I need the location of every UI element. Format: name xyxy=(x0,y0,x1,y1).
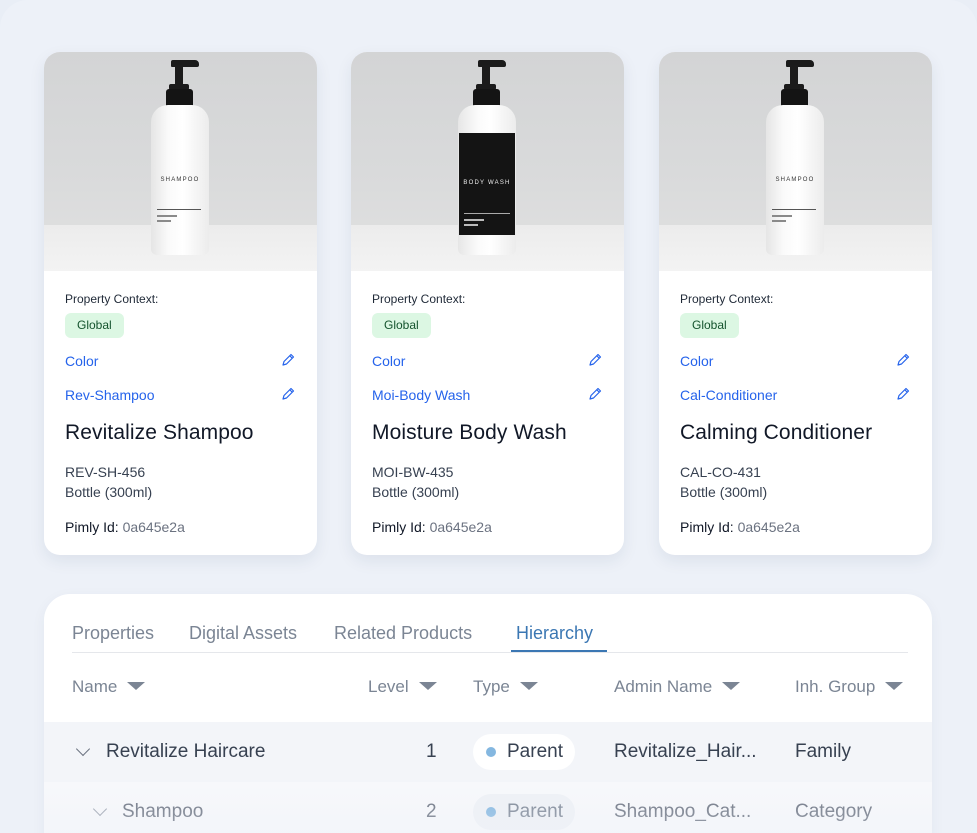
type-pill-label: Parent xyxy=(507,801,563,822)
pimly-id-value: 0a645e2a xyxy=(737,519,800,535)
pimly-id-key: Pimly Id: xyxy=(372,519,426,535)
product-name[interactable]: Revitalize Shampoo xyxy=(65,421,254,445)
bottle-label-text: SHAMPOO xyxy=(160,177,200,183)
column-header-name-label: Name xyxy=(72,677,118,696)
active-tab-indicator xyxy=(511,650,607,652)
product-sku: MOI-BW-435 xyxy=(372,464,454,480)
tab-digital-assets[interactable]: Digital Assets xyxy=(189,621,297,645)
details-panel: Properties Digital Assets Related Produc… xyxy=(44,594,932,833)
bottle-label-text: BODY WASH xyxy=(463,180,511,186)
pencil-icon[interactable] xyxy=(587,352,603,368)
bottle-image: SHAMPOO xyxy=(150,60,210,255)
column-header-level[interactable]: Level xyxy=(368,676,437,698)
bottle-image: BODY WASH xyxy=(457,60,517,255)
column-header-inh-group[interactable]: Inh. Group xyxy=(795,676,904,698)
product-name[interactable]: Calming Conditioner xyxy=(680,421,872,445)
caret-down-icon[interactable] xyxy=(418,681,437,690)
pimly-id-key: Pimly Id: xyxy=(680,519,734,535)
pimly-id-value: 0a645e2a xyxy=(429,519,492,535)
row-inh-group: Category xyxy=(795,801,873,822)
table-header: Name Level Type Admin Name Inh. Group xyxy=(72,676,908,700)
row-name: Revitalize Haircare xyxy=(106,741,266,762)
pimly-id-key: Pimly Id: xyxy=(65,519,119,535)
bottle-label-text: SHAMPOO xyxy=(775,177,815,183)
product-size: Bottle (300ml) xyxy=(372,484,460,500)
product-sku: CAL-CO-431 xyxy=(680,464,761,480)
attribute-link-code[interactable]: Moi-Body Wash xyxy=(372,387,470,403)
column-header-type-label: Type xyxy=(473,677,510,696)
pimly-id: Pimly Id: 0a645e2a xyxy=(680,517,800,537)
product-size: Bottle (300ml) xyxy=(65,484,153,500)
caret-down-icon[interactable] xyxy=(127,681,146,690)
pencil-icon[interactable] xyxy=(280,386,296,402)
row-name: Shampoo xyxy=(122,801,204,822)
row-admin-name: Shampoo_Cat... xyxy=(614,801,752,822)
property-context-label: Property Context: xyxy=(680,292,774,306)
caret-down-icon[interactable] xyxy=(885,681,904,690)
table-row[interactable]: Shampoo 2 Parent Shampoo_Cat... Category xyxy=(44,782,932,833)
property-context-label: Property Context: xyxy=(372,292,466,306)
product-card-revitalize-shampoo[interactable]: SHAMPOO Property Context: Global Color R… xyxy=(44,52,317,555)
app-frame: SHAMPOO Property Context: Global Color R… xyxy=(0,0,977,833)
caret-down-icon[interactable] xyxy=(722,681,741,690)
tab-bar: Properties Digital Assets Related Produc… xyxy=(72,621,908,653)
column-header-inh-group-label: Inh. Group xyxy=(795,677,876,696)
attribute-link-color[interactable]: Color xyxy=(372,353,405,369)
attribute-link-code[interactable]: Cal-Conditioner xyxy=(680,387,777,403)
type-dot-icon xyxy=(486,807,496,817)
tab-properties[interactable]: Properties xyxy=(72,621,154,645)
row-admin-name: Revitalize_Hair... xyxy=(614,741,757,762)
product-photo: BODY WASH xyxy=(351,52,624,271)
context-badge[interactable]: Global xyxy=(65,313,124,338)
bottle-image: SHAMPOO xyxy=(765,60,825,255)
pimly-id: Pimly Id: 0a645e2a xyxy=(372,517,492,537)
row-inh-group: Family xyxy=(795,741,851,762)
context-badge[interactable]: Global xyxy=(680,313,739,338)
row-level: 2 xyxy=(426,801,437,822)
pencil-icon[interactable] xyxy=(895,386,911,402)
attribute-link-color[interactable]: Color xyxy=(65,353,98,369)
chevron-down-icon[interactable] xyxy=(92,801,108,817)
tab-hierarchy[interactable]: Hierarchy xyxy=(516,621,593,645)
type-pill-label: Parent xyxy=(507,741,563,762)
column-header-type[interactable]: Type xyxy=(473,676,538,698)
product-card-calming-conditioner[interactable]: SHAMPOO Property Context: Global Color C… xyxy=(659,52,932,555)
pimly-id: Pimly Id: 0a645e2a xyxy=(65,517,185,537)
type-dot-icon xyxy=(486,747,496,757)
chevron-down-icon[interactable] xyxy=(75,741,91,757)
pencil-icon[interactable] xyxy=(895,352,911,368)
product-name[interactable]: Moisture Body Wash xyxy=(372,421,567,445)
property-context-label: Property Context: xyxy=(65,292,159,306)
column-header-admin-name[interactable]: Admin Name xyxy=(614,676,741,698)
product-card-moisture-body-wash[interactable]: BODY WASH Property Context: Global Color… xyxy=(351,52,624,555)
tab-related-products[interactable]: Related Products xyxy=(334,621,472,645)
column-header-level-label: Level xyxy=(368,677,409,696)
pimly-id-value: 0a645e2a xyxy=(122,519,185,535)
product-photo: SHAMPOO xyxy=(44,52,317,271)
product-sku: REV-SH-456 xyxy=(65,464,146,480)
table-row[interactable]: Revitalize Haircare 1 Parent Revitalize_… xyxy=(44,722,932,782)
row-level: 1 xyxy=(426,741,437,762)
product-size: Bottle (300ml) xyxy=(680,484,768,500)
context-badge[interactable]: Global xyxy=(372,313,431,338)
caret-down-icon[interactable] xyxy=(519,681,538,690)
pencil-icon[interactable] xyxy=(587,386,603,402)
attribute-link-color[interactable]: Color xyxy=(680,353,713,369)
type-pill: Parent xyxy=(473,794,575,830)
column-header-admin-name-label: Admin Name xyxy=(614,677,713,696)
pencil-icon[interactable] xyxy=(280,352,296,368)
type-pill: Parent xyxy=(473,734,575,770)
column-header-name[interactable]: Name xyxy=(72,676,146,698)
product-photo: SHAMPOO xyxy=(659,52,932,271)
attribute-link-code[interactable]: Rev-Shampoo xyxy=(65,387,155,403)
